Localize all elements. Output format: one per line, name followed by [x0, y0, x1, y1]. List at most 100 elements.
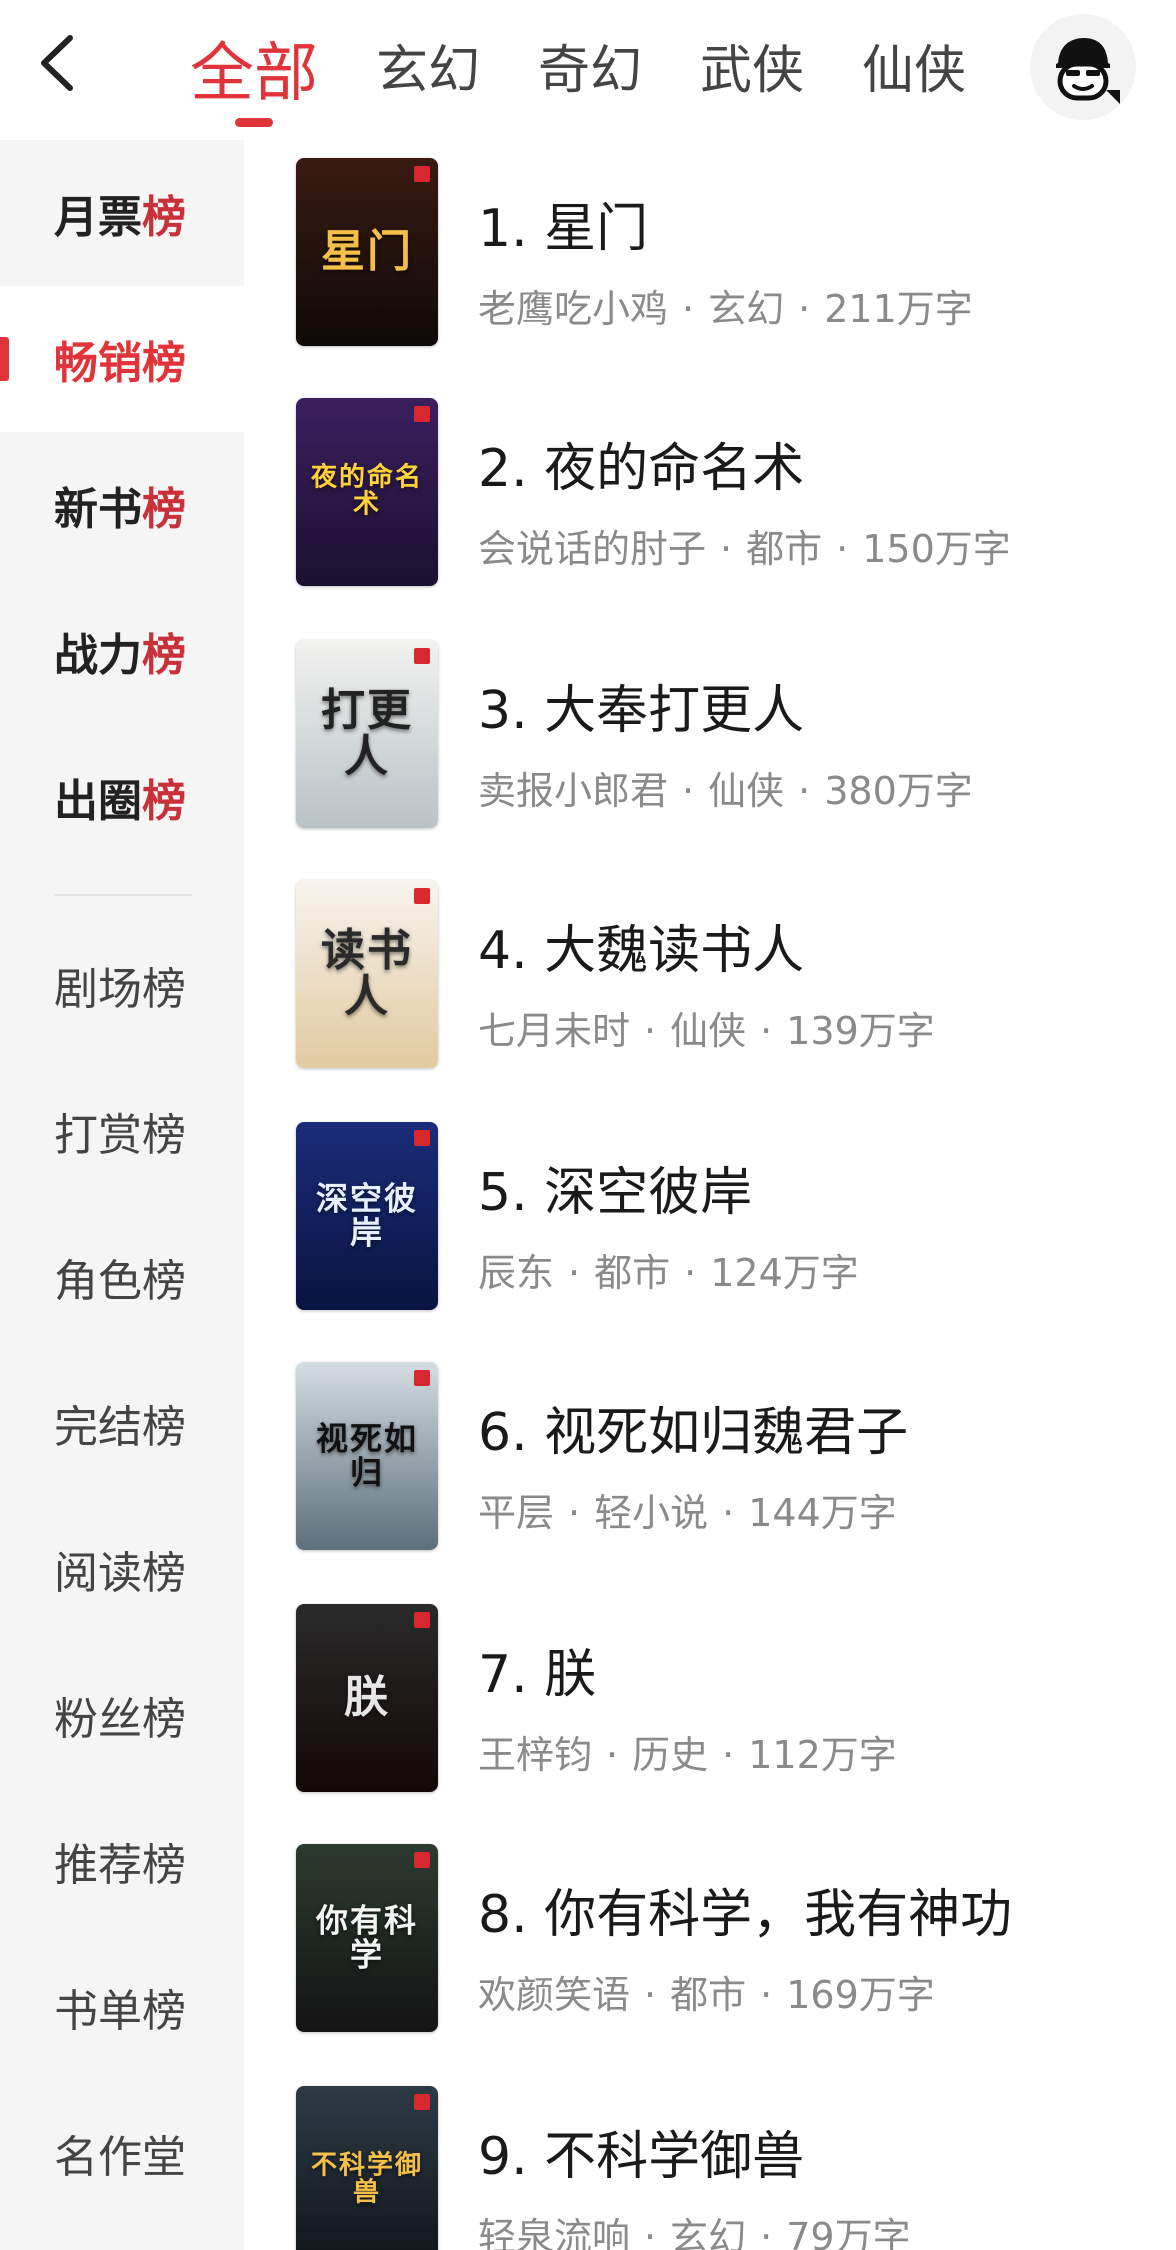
book-meta: 平层 · 轻小说 · 144万字 — [478, 1491, 897, 1535]
book-list-item[interactable]: 朕 7. 朕 王梓钧 · 历史 · 112万字 — [296, 1604, 1156, 1792]
sidebar-item-monthly-ticket[interactable]: 月票榜 — [0, 140, 244, 286]
sidebar-item-reading[interactable]: 阅读榜 — [0, 1496, 244, 1642]
publisher-badge-icon — [414, 1370, 430, 1386]
cover-title: 不科学御兽 — [310, 2150, 423, 2208]
book-word-count: 169万字 — [786, 1973, 935, 2017]
publisher-badge-icon — [414, 406, 430, 422]
tab-xuanhuan[interactable]: 玄幻 — [376, 0, 480, 140]
sidebar-item-label: 新书 — [54, 484, 142, 535]
book-meta: 会说话的肘子 · 都市 · 150万字 — [478, 527, 1011, 571]
chevron-left-icon — [41, 35, 73, 91]
book-cover: 打更人 — [296, 640, 438, 828]
cover-title: 朕 — [344, 1671, 390, 1723]
book-word-count: 211万字 — [824, 287, 973, 331]
book-word-count: 150万字 — [862, 527, 1011, 571]
book-meta: 轻泉流响 · 玄幻 · 79万字 — [478, 2206, 911, 2250]
sidebar-item-label-suffix: 榜 — [142, 192, 186, 243]
sidebar-item-label-suffix: 榜 — [142, 338, 186, 389]
sidebar-item-reward[interactable]: 打赏榜 — [0, 1058, 244, 1204]
sidebar-item-label-suffix: 榜 — [142, 484, 186, 535]
book-cover: 视死如归 — [296, 1362, 438, 1550]
sidebar-item-power[interactable]: 战力榜 — [0, 578, 244, 724]
book-list-item[interactable]: 夜的命名术 2. 夜的命名术 会说话的肘子 · 都市 · 150万字 — [296, 398, 1156, 586]
publisher-badge-icon — [414, 1612, 430, 1628]
sidebar-item-recommend[interactable]: 推荐榜 — [0, 1788, 244, 1934]
book-word-count: 380万字 — [824, 769, 973, 813]
book-list-item[interactable]: 星门 1. 星门 老鹰吃小鸡 · 玄幻 · 211万字 — [296, 158, 1156, 346]
tab-wuxia[interactable]: 武侠 — [700, 0, 804, 140]
cover-title: 深空彼岸 — [315, 1179, 418, 1251]
book-meta: 王梓钧 · 历史 · 112万字 — [478, 1733, 897, 1777]
book-cover: 你有科学 — [296, 1844, 438, 2032]
genre-tabs: 全部 玄幻 奇幻 武侠 仙侠 — [190, 0, 1024, 140]
book-cover: 星门 — [296, 158, 438, 346]
publisher-badge-icon — [414, 648, 430, 664]
publisher-badge-icon — [414, 1852, 430, 1868]
book-genre: 都市 — [594, 1251, 671, 1295]
sidebar-item-fans[interactable]: 粉丝榜 — [0, 1642, 244, 1788]
book-author: 欢颜笑语 — [478, 1973, 631, 2017]
book-title: 2. 夜的命名术 — [478, 439, 805, 499]
book-title: 1. 星门 — [478, 199, 649, 259]
sidebar-item-bestseller[interactable]: 畅销榜 — [0, 286, 244, 432]
back-button[interactable] — [22, 28, 92, 98]
book-list-item[interactable]: 不科学御兽 9. 不科学御兽 轻泉流响 · 玄幻 · 79万字 — [296, 2086, 1156, 2250]
book-genre: 玄幻 — [708, 287, 785, 331]
book-word-count: 79万字 — [786, 2215, 911, 2250]
sidebar-item-new-books[interactable]: 新书榜 — [0, 432, 244, 578]
book-genre: 玄幻 — [670, 2215, 747, 2250]
book-cover: 夜的命名术 — [296, 398, 438, 586]
book-word-count: 139万字 — [786, 1009, 935, 1053]
book-meta: 卖报小郎君 · 仙侠 · 380万字 — [478, 769, 973, 813]
sidebar-item-label-suffix: 榜 — [142, 776, 186, 827]
sidebar-item-theater[interactable]: 剧场榜 — [0, 912, 244, 1058]
publisher-badge-icon — [414, 1130, 430, 1146]
sidebar-item-label-suffix: 榜 — [142, 630, 186, 681]
book-author: 辰东 — [478, 1251, 555, 1295]
book-title: 8. 你有科学，我有神功 — [478, 1885, 1013, 1945]
top-bar: 全部 玄幻 奇幻 武侠 仙侠 — [0, 0, 1176, 140]
book-genre: 都市 — [670, 1973, 747, 2017]
publisher-badge-icon — [414, 166, 430, 182]
book-genre: 仙侠 — [670, 1009, 747, 1053]
book-meta: 七月未时 · 仙侠 · 139万字 — [478, 1009, 935, 1053]
book-cover: 朕 — [296, 1604, 438, 1792]
cover-title: 读书人 — [321, 924, 413, 1022]
cover-title: 打更人 — [321, 684, 413, 782]
book-genre: 轻小说 — [594, 1491, 709, 1535]
publisher-badge-icon — [414, 888, 430, 904]
book-meta: 辰东 · 都市 · 124万字 — [478, 1251, 859, 1295]
sidebar-item-booklist[interactable]: 书单榜 — [0, 1934, 244, 2080]
book-title: 7. 朕 — [478, 1645, 597, 1705]
cover-title: 视死如归 — [315, 1419, 418, 1491]
book-author: 王梓钧 — [478, 1733, 593, 1777]
profile-avatar-button[interactable] — [1030, 14, 1136, 120]
book-author: 平层 — [478, 1491, 555, 1535]
book-title: 6. 视死如归魏君子 — [478, 1403, 909, 1463]
cover-title: 夜的命名术 — [310, 462, 423, 520]
book-list-item[interactable]: 深空彼岸 5. 深空彼岸 辰东 · 都市 · 124万字 — [296, 1122, 1156, 1310]
sidebar-item-breakout[interactable]: 出圈榜 — [0, 724, 244, 870]
tab-xianxia[interactable]: 仙侠 — [862, 0, 966, 140]
tab-all[interactable]: 全部 — [190, 0, 318, 140]
tab-qihuan[interactable]: 奇幻 — [538, 0, 642, 140]
book-list-item[interactable]: 视死如归 6. 视死如归魏君子 平层 · 轻小说 · 144万字 — [296, 1362, 1156, 1550]
sidebar-item-label: 战力 — [54, 630, 142, 681]
book-list-item[interactable]: 打更人 3. 大奉打更人 卖报小郎君 · 仙侠 · 380万字 — [296, 640, 1156, 828]
book-title: 3. 大奉打更人 — [478, 681, 805, 741]
book-list-item[interactable]: 读书人 4. 大魏读书人 七月未时 · 仙侠 · 139万字 — [296, 880, 1156, 1068]
book-author: 会说话的肘子 — [478, 527, 707, 571]
sidebar-item-hall-of-fame[interactable]: 名作堂 — [0, 2080, 244, 2226]
ranking-sidebar: 月票榜 畅销榜 新书榜 战力榜 出圈榜 剧场榜 打赏榜 角色榜 完结榜 阅读榜 … — [0, 140, 244, 2250]
sidebar-item-label: 月票 — [54, 192, 142, 243]
book-cover: 深空彼岸 — [296, 1122, 438, 1310]
book-cover: 读书人 — [296, 880, 438, 1068]
sidebar-item-character[interactable]: 角色榜 — [0, 1204, 244, 1350]
sidebar-item-label: 畅销 — [54, 338, 142, 389]
active-indicator — [0, 337, 9, 381]
sidebar-divider — [54, 894, 192, 896]
sidebar-item-completed[interactable]: 完结榜 — [0, 1350, 244, 1496]
cover-title: 你有科学 — [315, 1901, 418, 1973]
book-list-item[interactable]: 你有科学 8. 你有科学，我有神功 欢颜笑语 · 都市 · 169万字 — [296, 1844, 1156, 2032]
book-title: 9. 不科学御兽 — [478, 2127, 805, 2187]
